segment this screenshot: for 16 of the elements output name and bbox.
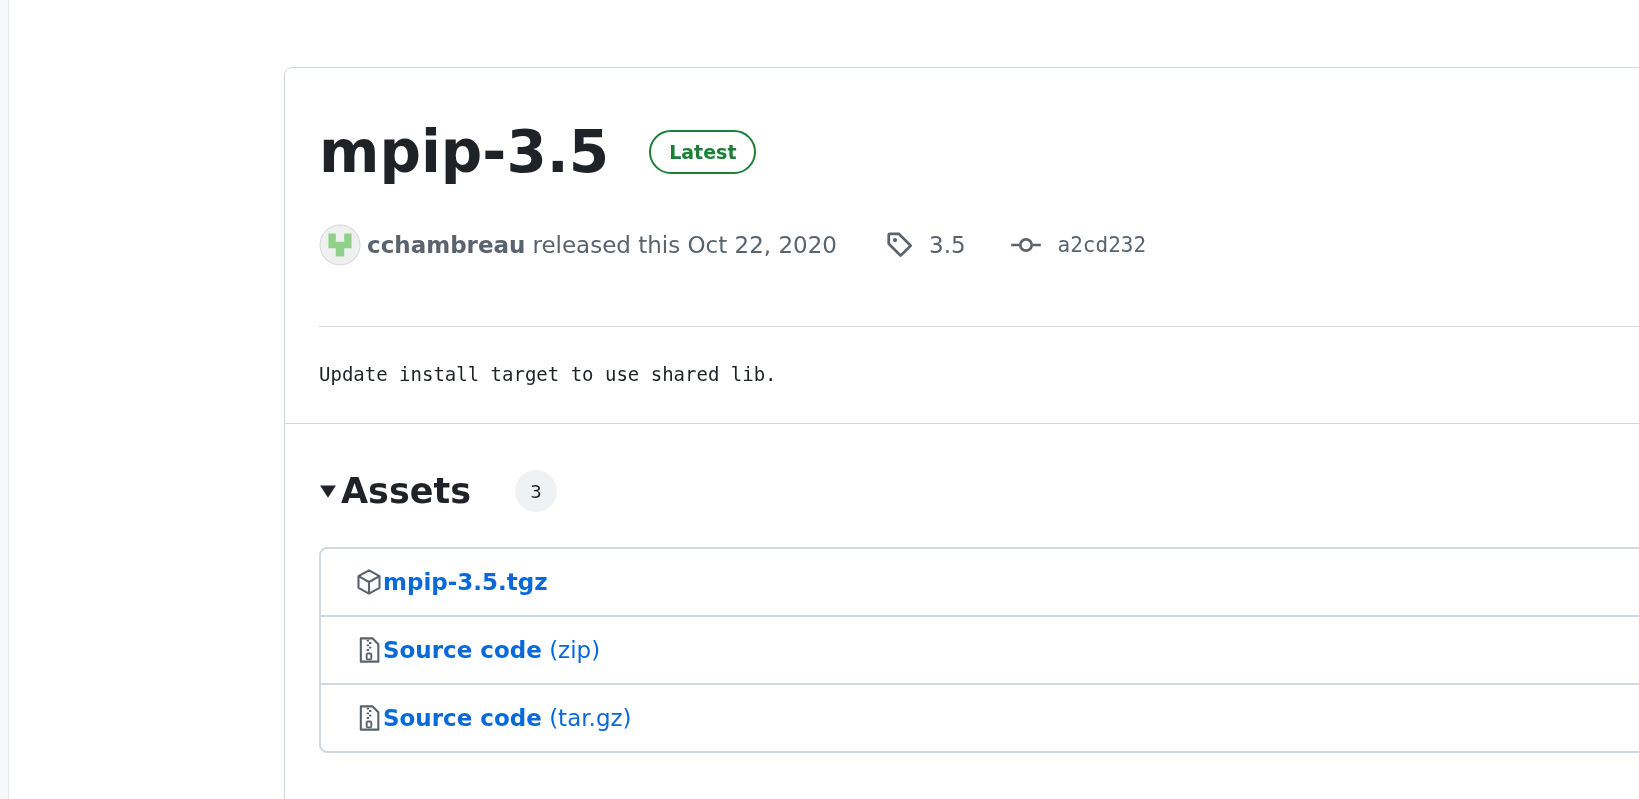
release-description: Update install target to use shared lib.: [319, 362, 778, 387]
commit-link[interactable]: a2cd232: [1057, 233, 1147, 257]
release-title: mpip-3.5: [319, 117, 610, 188]
latest-label: Latest: [649, 130, 757, 174]
caret-icon[interactable]: [319, 482, 337, 500]
release-date: released this Oct 22, 2020: [532, 232, 837, 258]
commit-icon: [1009, 235, 1042, 255]
asset-count: 3: [515, 470, 558, 512]
asset-link[interactable]: Source code (zip): [383, 637, 601, 663]
tag-link[interactable]: 3.5: [929, 232, 966, 258]
asset-link[interactable]: Source code (tar.gz): [383, 705, 632, 731]
package-icon: [355, 567, 383, 597]
assets-heading[interactable]: Assets: [341, 471, 472, 511]
author-link[interactable]: cchambreau: [367, 232, 526, 258]
asset-link[interactable]: mpip-3.5.tgz: [383, 569, 548, 595]
tag-icon: [885, 230, 915, 260]
